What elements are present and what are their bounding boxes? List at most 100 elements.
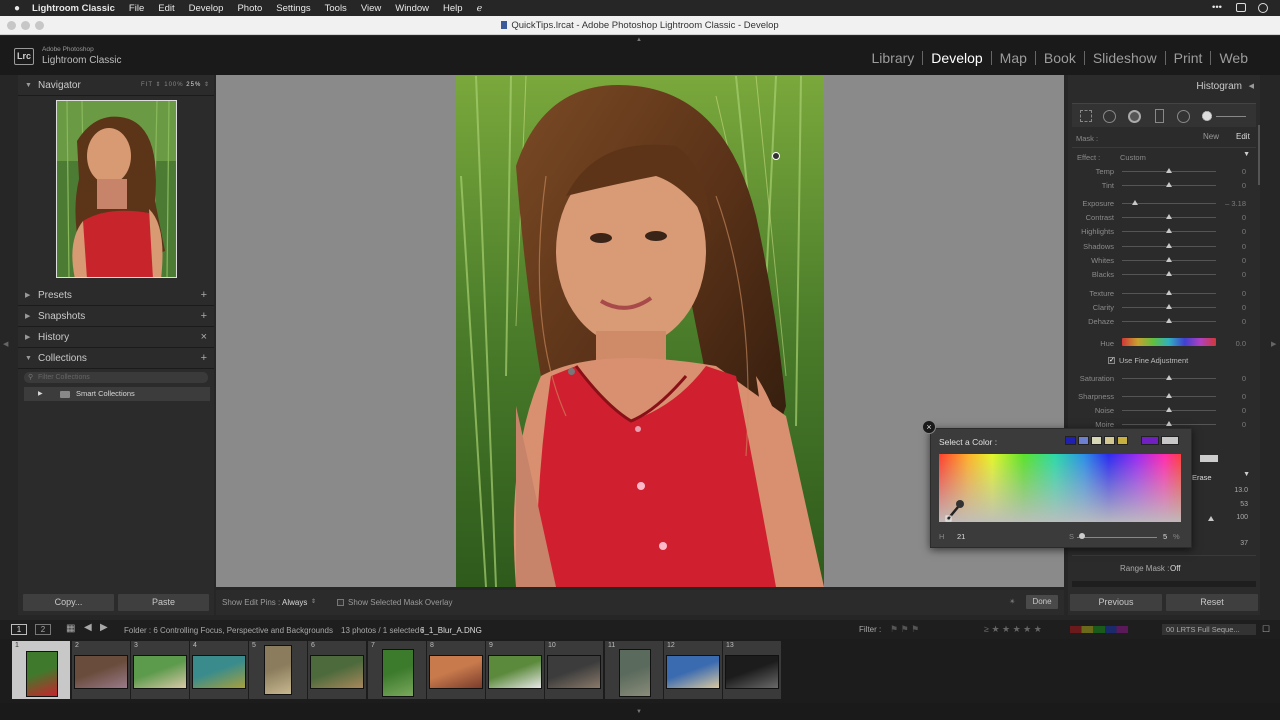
red-eye-icon[interactable] [1128,110,1141,123]
slider-value[interactable]: 0.0 [1236,339,1246,348]
slider-value[interactable]: 0 [1242,167,1246,176]
graduated-filter-icon[interactable] [1155,109,1164,123]
color-swatch-7[interactable] [1161,436,1179,445]
slider-value[interactable]: 0 [1242,406,1246,415]
paste-button[interactable]: Paste [118,594,209,611]
reset-button[interactable]: Reset [1166,594,1258,611]
script-icon[interactable]: ℯ [477,3,483,14]
photo-thumbnail[interactable] [264,645,292,695]
slider-knob[interactable] [1166,304,1172,309]
zoom-window-button[interactable] [35,21,44,30]
mask-new-button[interactable]: New [1203,132,1219,141]
slider-value[interactable]: 0 [1242,242,1246,251]
minimize-window-button[interactable] [21,21,30,30]
smart-collections-toggle-icon[interactable]: ▶ [38,387,43,401]
filter-preset-dropdown[interactable]: 00 LRTS Full Seque... [1162,624,1256,635]
close-window-button[interactable] [7,21,16,30]
photo-thumbnail[interactable] [666,655,720,689]
slider-knob[interactable] [1166,214,1172,219]
slider-sharpness[interactable]: Sharpness 0 [1070,390,1256,402]
erase-label[interactable]: Erase [1192,473,1212,482]
slider-value[interactable]: 0 [1242,317,1246,326]
slider-value[interactable]: 0 [1242,213,1246,222]
saturation-value[interactable]: 5 [1163,532,1167,541]
brush-tool-icon[interactable] [1202,111,1212,121]
zoom-100[interactable]: 100% [164,82,183,88]
slider-temp[interactable]: Temp 0 [1070,165,1256,177]
module-develop[interactable]: Develop [923,51,992,65]
module-print[interactable]: Print [1166,51,1212,65]
slider-dehaze[interactable]: Dehaze 0 [1070,315,1256,327]
menu-view[interactable]: View [361,3,381,14]
collapse-right-arrow[interactable]: ▶ [1271,340,1276,348]
slider-knob[interactable] [1166,168,1172,173]
filmstrip-cell[interactable]: 3 [131,641,189,699]
slider-knob[interactable] [1166,290,1172,295]
cursor-tool-icon[interactable]: ✴ [1009,597,1016,606]
menu-tools[interactable]: Tools [325,3,347,14]
range-mask-dropdown[interactable]: Off [1170,564,1181,573]
filmstrip-cell[interactable]: 6 [308,641,366,699]
spot-removal-icon[interactable] [1103,110,1116,123]
collapse-left-arrow[interactable]: ◀ [3,340,8,348]
mask-pin-1[interactable] [772,152,780,160]
color-swatch-1[interactable] [1065,436,1076,445]
presets-header[interactable]: ▶ Presets + [18,285,214,306]
slider-blacks[interactable]: Blacks 0 [1070,268,1256,280]
menu-window[interactable]: Window [395,3,429,14]
previous-button[interactable]: Previous [1070,594,1162,611]
snapshots-header[interactable]: ▶ Snapshots + [18,306,214,327]
filter-collections-field[interactable]: ⚲ Filter Collections [24,372,208,383]
photo-thumbnail[interactable] [310,655,364,689]
color-swatch-2[interactable] [1078,436,1089,445]
slider-knob[interactable] [1166,375,1172,380]
back-arrow-icon[interactable]: ◀ [84,622,92,633]
slider-highlights[interactable]: Highlights 0 [1070,225,1256,237]
color-swatch[interactable] [1200,455,1218,462]
filmstrip-cell[interactable]: 10 [545,641,603,699]
main-photo[interactable] [456,76,824,587]
filmstrip-cell[interactable]: 9 [486,641,544,699]
filmstrip-cell[interactable]: 13 [723,641,781,699]
slider-knob[interactable] [1166,182,1172,187]
collapse-bottom-arrow[interactable]: ▼ [636,709,642,715]
slider-knob[interactable] [1166,228,1172,233]
second-window-button[interactable]: 2 [35,624,51,635]
close-picker-icon[interactable]: × [922,420,936,434]
collections-header[interactable]: ▼ Collections + [18,348,214,369]
navigator-header[interactable]: ▼ Navigator FIT ⇕ 100% 25% ⇕ [18,75,214,96]
flag-filter-icons[interactable]: ⚑ ⚑ ⚑ [890,624,919,635]
main-window-button[interactable]: 1 [11,624,27,635]
filmstrip-cell[interactable]: 5 [249,641,307,699]
saturation-track[interactable] [1077,537,1157,538]
color-swatch-4[interactable] [1104,436,1115,445]
effect-preset-dropdown[interactable]: Custom [1120,153,1146,162]
filmstrip-cell[interactable]: 8 [427,641,485,699]
star-rating-filter[interactable]: ≥ ★ ★ ★ ★ ★ [984,624,1042,635]
filter-lock-icon[interactable]: ☐ [1262,624,1270,635]
filmstrip-cell[interactable]: 4 [190,641,248,699]
color-spectrum[interactable] [939,454,1181,522]
effect-collapse-icon[interactable]: ▼ [1243,151,1250,158]
done-button[interactable]: Done [1026,595,1058,609]
photo-thumbnail[interactable] [488,655,542,689]
photo-thumbnail[interactable] [26,651,58,697]
history-header[interactable]: ▶ History × [18,327,214,348]
slider-knob[interactable] [1166,393,1172,398]
photo-thumbnail[interactable] [547,655,601,689]
histogram-title[interactable]: Histogram [1196,81,1242,92]
slider-value[interactable]: 0 [1242,270,1246,279]
module-book[interactable]: Book [1036,51,1085,65]
menu-file[interactable]: File [129,3,144,14]
color-swatch-3[interactable] [1091,436,1102,445]
add-collection-icon[interactable]: + [201,348,207,369]
navigator-preview[interactable] [56,100,177,278]
saturation-knob[interactable] [1079,533,1085,539]
filmstrip-cell[interactable]: 2 [72,641,130,699]
slider-knob[interactable] [1166,421,1172,426]
slider-shadows[interactable]: Shadows 0 [1070,240,1256,252]
slider-noise[interactable]: Noise 0 [1070,404,1256,416]
photo-thumbnail[interactable] [133,655,187,689]
filmstrip-cell[interactable]: 7 [368,641,426,699]
mask-edit-button[interactable]: Edit [1236,132,1250,141]
